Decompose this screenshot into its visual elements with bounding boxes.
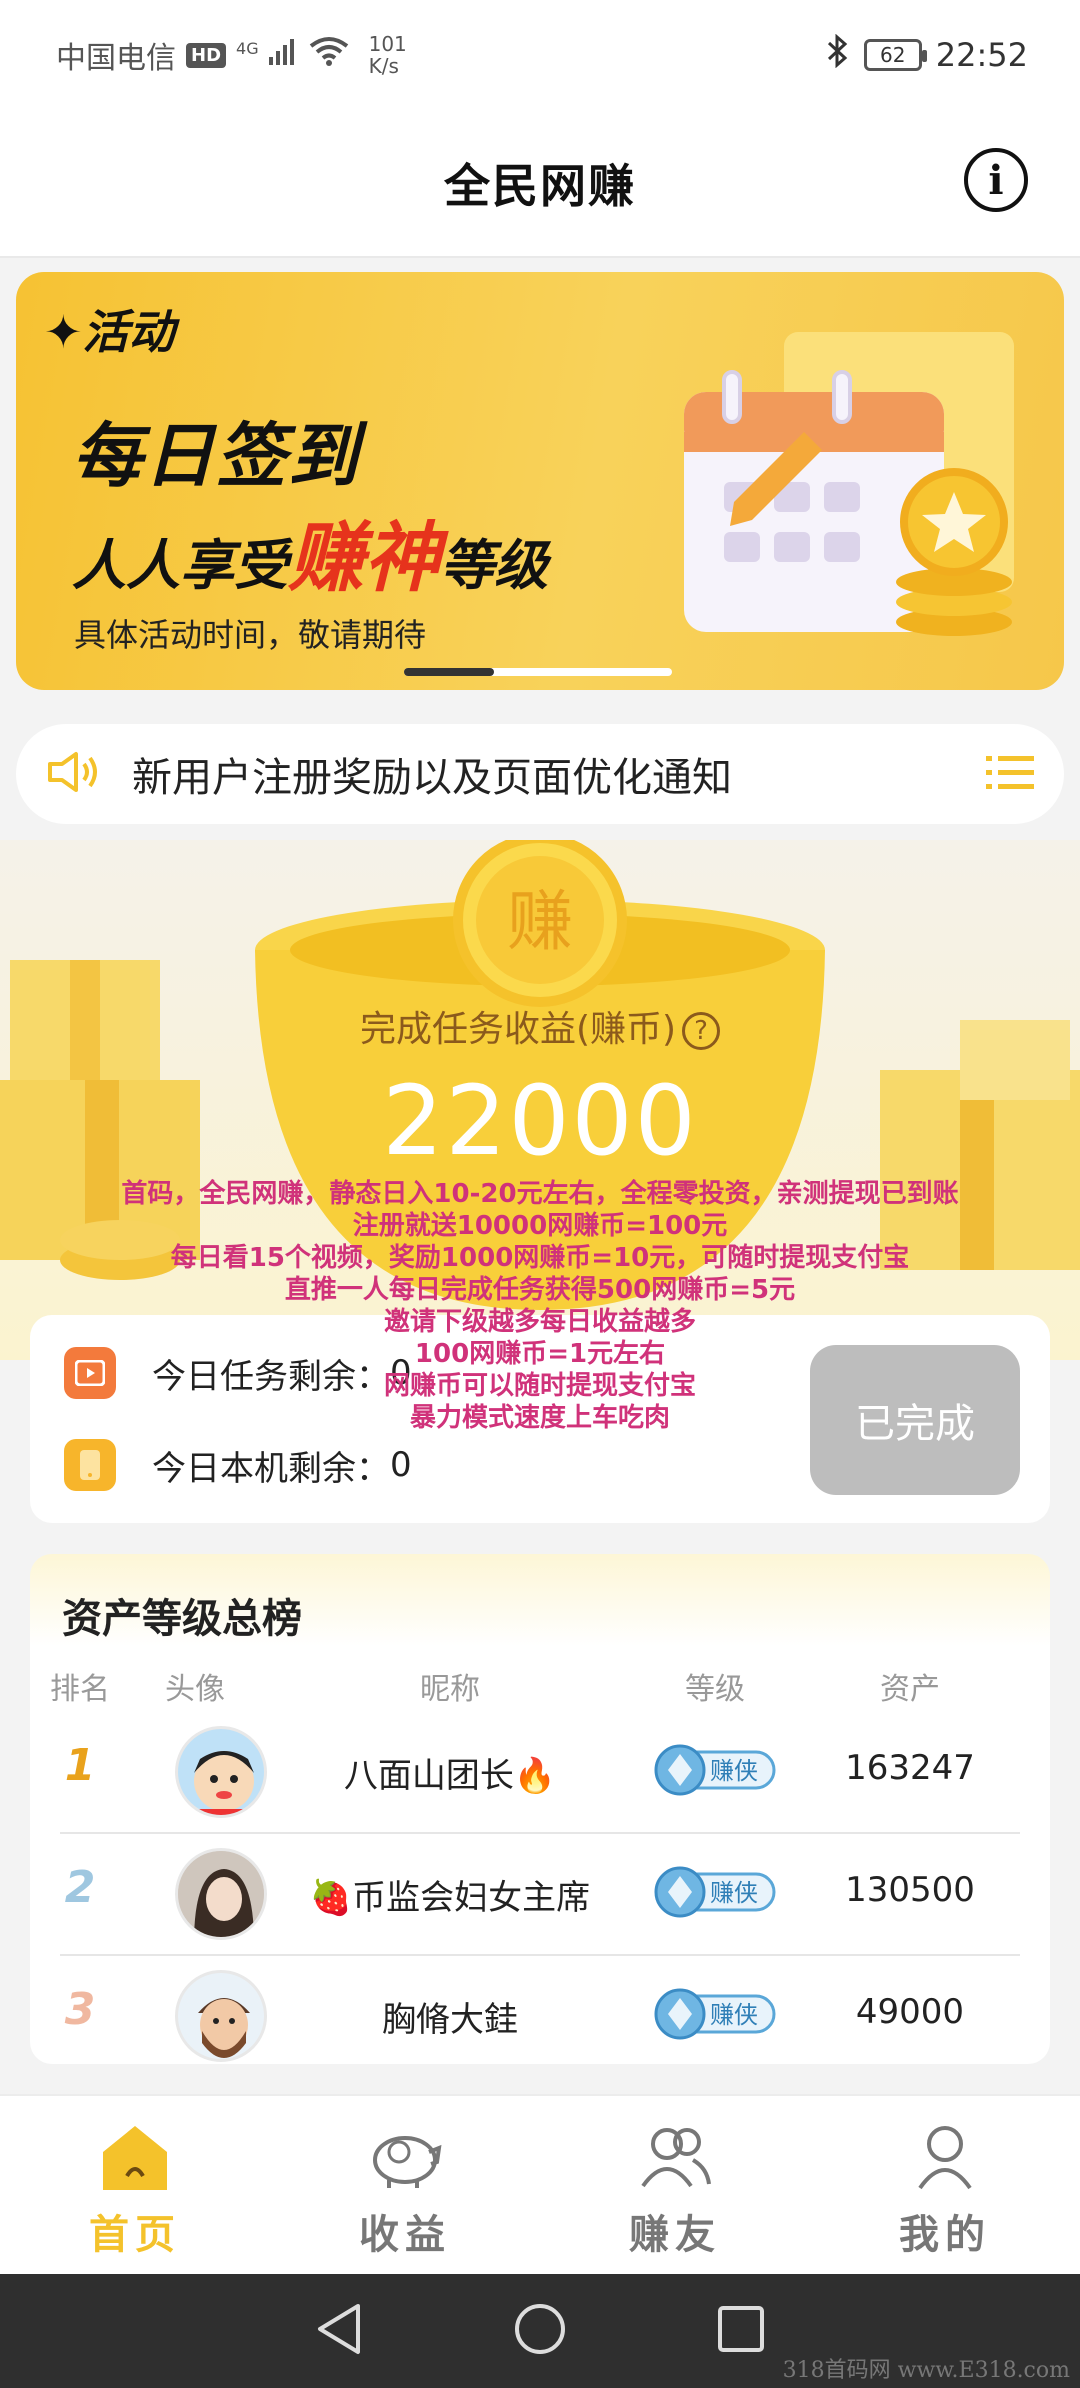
signal-icon: [268, 37, 299, 73]
nav-item-home[interactable]: 首页: [45, 2122, 225, 2260]
banner-tag: ✦活动: [44, 305, 175, 359]
title-bar: 全民网赚 i: [0, 110, 1080, 258]
help-icon[interactable]: ?: [682, 1012, 721, 1050]
home-circle-icon[interactable]: [513, 2302, 567, 2360]
table-row[interactable]: 3 胸脩大銈 赚侠 49000: [30, 1956, 1050, 2064]
sparkle-icon: ✦: [44, 305, 83, 359]
friends-icon: [635, 2128, 715, 2196]
asset-value: 130500: [845, 1870, 975, 1910]
coin-char: 赚: [507, 883, 573, 960]
signal-type-label: 4G: [236, 38, 259, 58]
rank-medal-gold: 1: [64, 1740, 96, 1791]
notice-bar[interactable]: 新用户注册奖励以及页面优化通知: [16, 724, 1064, 824]
speaker-icon: [46, 750, 102, 798]
calendar-coin-icon: [664, 332, 1024, 676]
col-asset: 资产: [880, 1672, 940, 1707]
nickname: 胸脩大銈: [382, 2000, 518, 2040]
banner-headline: 每日签到: [72, 415, 360, 497]
carrier-label: 中国电信: [56, 41, 176, 76]
level-badge: 赚侠: [630, 1986, 800, 2044]
banner-line2: 人人享受赚神等级: [72, 513, 548, 602]
nav-item-me[interactable]: 我的: [855, 2122, 1035, 2260]
promo-text-lower: 邀请下级越多每日收益越多 100网赚币=1元左右 网赚币可以随时提现支付宝 暴力…: [383, 1307, 696, 1433]
earnings-panel: 赚 完成任务收益(赚币)? 22000 首码，全民网赚，静态日入10-20元左右…: [0, 840, 1080, 1360]
col-level: 等级: [685, 1672, 745, 1707]
avatar: [175, 1726, 267, 1818]
phone-icon: [64, 1439, 116, 1491]
activity-banner[interactable]: ✦活动 每日签到 人人享受赚神等级 具体活动时间，敬请期待: [16, 272, 1064, 690]
clock: 22:52: [935, 36, 1028, 74]
home-icon: [99, 2126, 171, 2196]
asset-value: 163247: [845, 1748, 975, 1788]
banner-subtitle: 具体活动时间，敬请期待: [74, 616, 427, 654]
rank-medal-bronze: 3: [64, 1984, 96, 2035]
net-speed: 101 K/s: [368, 32, 407, 78]
ranking-card: 资产等级总榜 排名 头像 昵称 等级 资产 1 八面山团长🔥 赚侠 163247…: [30, 1554, 1050, 2064]
level-badge: 赚侠: [630, 1864, 800, 1922]
earnings-label: 完成任务收益(赚币)?: [0, 1000, 1080, 1052]
bottom-nav: 首页 收益 赚友 我的: [0, 2094, 1080, 2274]
list-icon[interactable]: [986, 752, 1034, 796]
recents-icon[interactable]: [716, 2304, 766, 2358]
bluetooth-icon: [826, 33, 850, 76]
battery-indicator: 62: [863, 39, 927, 71]
hd-badge: HD: [186, 42, 227, 68]
earnings-value: 22000: [382, 1065, 698, 1177]
wifi-icon: [309, 36, 349, 74]
nickname: 八面山团长🔥: [343, 1756, 557, 1796]
nav-item-earnings[interactable]: 收益: [315, 2122, 495, 2260]
asset-value: 49000: [855, 1992, 965, 2032]
system-nav-bar: 318首码网 www.E318.com: [0, 2274, 1080, 2388]
piggy-bank-icon: [365, 2136, 445, 2196]
back-icon[interactable]: [314, 2302, 364, 2360]
col-nickname: 昵称: [420, 1672, 480, 1707]
col-avatar: 头像: [165, 1672, 225, 1707]
rank-medal-silver: 2: [64, 1862, 96, 1913]
person-icon: [910, 2126, 980, 2196]
page-title: 全民网赚: [444, 159, 636, 213]
level-badge-label: 赚侠: [710, 2001, 758, 2029]
col-rank: 排名: [50, 1672, 110, 1707]
level-badge: 赚侠: [630, 1742, 800, 1800]
ranking-title: 资产等级总榜: [62, 1596, 302, 1642]
info-icon[interactable]: i: [964, 148, 1028, 212]
level-badge-label: 赚侠: [710, 1757, 758, 1785]
ranking-header: 排名 头像 昵称 等级 资产: [30, 1664, 1050, 1714]
avatar: [175, 1848, 267, 1940]
carousel-indicator: [404, 668, 672, 676]
watermark: 318首码网 www.E318.com: [782, 2358, 1070, 2383]
status-bar: 中国电信 HD 4G 101 K/s 62 22:52: [0, 0, 1080, 110]
nickname: 🍓币监会妇女主席: [309, 1878, 591, 1918]
avatar: [175, 1970, 267, 2062]
table-row[interactable]: 1 八面山团长🔥 赚侠 163247: [30, 1712, 1050, 1834]
nav-item-friends[interactable]: 赚友: [585, 2122, 765, 2260]
level-badge-label: 赚侠: [710, 1879, 758, 1907]
device-remaining-row: 今日本机剩余： 0: [64, 1439, 412, 1491]
notice-text: 新用户注册奖励以及页面优化通知: [132, 755, 732, 801]
promo-text-upper: 首码，全民网赚，静态日入10-20元左右，全程零投资，亲测提现已到账 注册就送1…: [121, 1179, 959, 1305]
table-row[interactable]: 2 🍓币监会妇女主席 赚侠 130500: [30, 1834, 1050, 1956]
